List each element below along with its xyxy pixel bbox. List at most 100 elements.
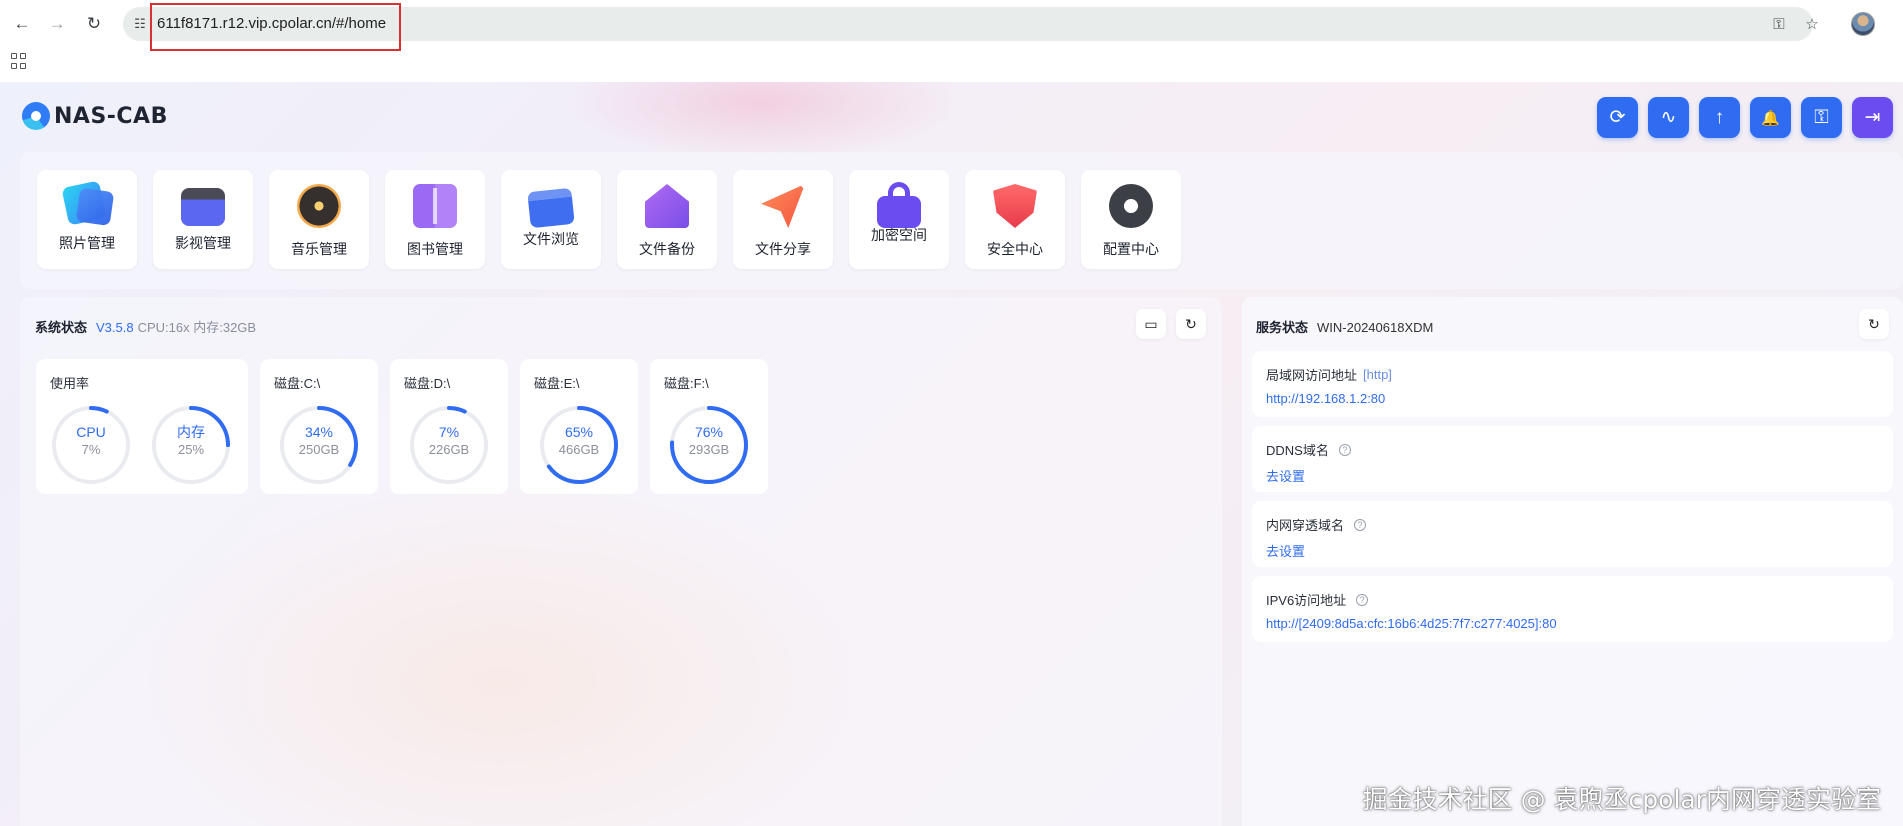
logo-icon: [22, 102, 50, 130]
nas-cab-app: NAS-CAB ⟳ ∿ ↑ 🔔 ⚿ ⇥ 照片管理 影视管理 音乐管理 图书管理 …: [0, 82, 1903, 826]
monitor-icon: ▭: [1144, 315, 1158, 332]
tile-encrypted-space[interactable]: 加密空间: [849, 170, 949, 269]
refresh-button[interactable]: ⟳: [1597, 97, 1638, 138]
upload-arrow-icon: ↑: [1714, 106, 1725, 128]
lan-address-item: 局域网访问地址 [http] http://192.168.1.2:80: [1252, 351, 1893, 417]
disk-title: 磁盘:D:\: [404, 376, 451, 391]
forward-icon[interactable]: →: [45, 12, 69, 36]
tile-file-backup[interactable]: 文件备份: [617, 170, 717, 269]
disk-size: 250GB: [298, 442, 340, 457]
apps-grid-icon[interactable]: [11, 53, 27, 69]
lan-address-link[interactable]: http://192.168.1.2:80: [1266, 391, 1385, 406]
backup-icon: [645, 184, 689, 228]
disk-gauge: 34% 250GB: [279, 405, 359, 485]
disk-title: 磁盘:E:\: [534, 376, 580, 391]
activity-icon: ∿: [1660, 107, 1677, 128]
gear-icon: [1106, 181, 1156, 231]
reload-icon[interactable]: ↻: [82, 12, 106, 36]
shield-icon: [993, 184, 1037, 228]
tile-label: 文件浏览: [523, 231, 579, 247]
folder-icon: [527, 187, 575, 229]
tile-label: 加密空间: [871, 227, 927, 243]
watermark-text: 掘金技术社区 @ 袁煦丞cpolar内网穿透实验室: [1362, 785, 1881, 814]
disk-percent: 76%: [694, 424, 724, 440]
service-status-title: 服务状态: [1256, 320, 1309, 335]
disk-size: 293GB: [688, 442, 730, 457]
tile-security-center[interactable]: 安全中心: [965, 170, 1065, 269]
usage-card: 使用率 CPU 7% 内存 25%: [36, 359, 248, 494]
lan-address-label: 局域网访问地址: [1266, 368, 1358, 383]
help-icon[interactable]: ?: [1354, 518, 1367, 531]
music-icon: [297, 184, 341, 228]
logout-button[interactable]: ⇥: [1852, 97, 1893, 138]
cpu-gauge: CPU 7%: [51, 405, 131, 485]
tile-photos[interactable]: 照片管理: [37, 170, 137, 269]
help-icon[interactable]: ?: [1356, 593, 1369, 606]
disk-title: 磁盘:C:\: [274, 376, 321, 391]
password-key-icon[interactable]: ⚿: [1769, 14, 1789, 34]
url-text[interactable]: 611f8171.r12.vip.cpolar.cn/#/home: [157, 15, 386, 32]
tile-config-center[interactable]: 配置中心: [1081, 170, 1181, 269]
back-icon[interactable]: ←: [10, 12, 34, 36]
ipv6-address-link[interactable]: http://[2409:8d5a:cfc:16b6:4d25:7f7:c277…: [1266, 616, 1557, 631]
ddns-item: DDNS域名? 去设置: [1252, 426, 1893, 492]
site-info-icon[interactable]: ☷: [131, 15, 149, 33]
disk-size: 466GB: [558, 442, 600, 457]
profile-avatar[interactable]: [1851, 12, 1875, 36]
browser-chrome: ← → ↻ ☷ 611f8171.r12.vip.cpolar.cn/#/hom…: [0, 0, 1903, 82]
book-icon: [413, 184, 457, 228]
tile-videos[interactable]: 影视管理: [153, 170, 253, 269]
logo-text: NAS-CAB: [54, 103, 168, 129]
disk-size: 226GB: [428, 442, 470, 457]
tile-label: 配置中心: [1103, 241, 1159, 257]
disk-title: 磁盘:F:\: [664, 376, 709, 391]
refresh-icon: ⟳: [1609, 107, 1626, 128]
tile-file-share[interactable]: 文件分享: [733, 170, 833, 269]
hardware-meta: CPU:16x 内存:32GB: [137, 320, 257, 335]
key-icon: ⚿: [1814, 106, 1829, 128]
share-icon: [761, 184, 805, 228]
disk-card-f: 磁盘:F:\ 76% 293GB: [650, 359, 768, 494]
monitor-button[interactable]: ∿: [1648, 97, 1689, 138]
app-logo[interactable]: NAS-CAB: [22, 102, 168, 130]
tile-label: 音乐管理: [291, 241, 347, 257]
disk-percent: 65%: [564, 424, 594, 440]
lock-icon: [877, 182, 921, 228]
bell-icon: 🔔: [1761, 109, 1780, 127]
disk-gauge: 7% 226GB: [409, 405, 489, 485]
photo-icon: [61, 180, 107, 226]
memory-value: 25%: [177, 442, 205, 457]
cpu-label: CPU: [76, 424, 106, 440]
ddns-setup-link[interactable]: 去设置: [1266, 466, 1305, 485]
tile-label: 文件备份: [639, 241, 695, 257]
memory-gauge: 内存 25%: [151, 405, 231, 485]
service-refresh-button[interactable]: ↻: [1859, 309, 1889, 339]
system-refresh-button[interactable]: ↻: [1176, 309, 1206, 339]
host-name: WIN-20240618XDM: [1317, 320, 1434, 335]
tile-books[interactable]: 图书管理: [385, 170, 485, 269]
system-status-title: 系统状态: [35, 320, 88, 335]
video-icon: [181, 188, 225, 226]
tile-music[interactable]: 音乐管理: [269, 170, 369, 269]
tile-file-browser[interactable]: 文件浏览: [501, 170, 601, 269]
disk-gauge: 76% 293GB: [669, 405, 749, 485]
cpu-value: 7%: [81, 442, 101, 457]
tile-label: 照片管理: [59, 235, 115, 251]
help-icon[interactable]: ?: [1338, 443, 1351, 456]
notification-button[interactable]: 🔔: [1750, 97, 1791, 138]
protocol-tag: [http]: [1363, 367, 1392, 382]
usage-title: 使用率: [50, 376, 90, 391]
service-status-panel: 服务状态 WIN-20240618XDM ↻ 局域网访问地址 [http] htt…: [1242, 297, 1903, 826]
version-label[interactable]: V3.5.8: [96, 320, 134, 335]
disk-card-d: 磁盘:D:\ 7% 226GB: [390, 359, 508, 494]
tunnel-setup-link[interactable]: 去设置: [1266, 541, 1305, 560]
monitor-view-button[interactable]: ▭: [1136, 309, 1166, 339]
key-button[interactable]: ⚿: [1801, 97, 1842, 138]
disk-card-e: 磁盘:E:\ 65% 466GB: [520, 359, 638, 494]
upload-button[interactable]: ↑: [1699, 97, 1740, 138]
app-launcher-panel: 照片管理 影视管理 音乐管理 图书管理 文件浏览 文件备份 文件分享 加密空间 …: [20, 152, 1903, 289]
system-status-panel: 系统状态 V3.5.8 CPU:16x 内存:32GB ▭ ↻ 使用率 CPU 7…: [20, 297, 1222, 826]
bookmark-star-icon[interactable]: ☆: [1802, 14, 1822, 34]
tile-label: 影视管理: [175, 235, 231, 251]
disk-card-c: 磁盘:C:\ 34% 250GB: [260, 359, 378, 494]
